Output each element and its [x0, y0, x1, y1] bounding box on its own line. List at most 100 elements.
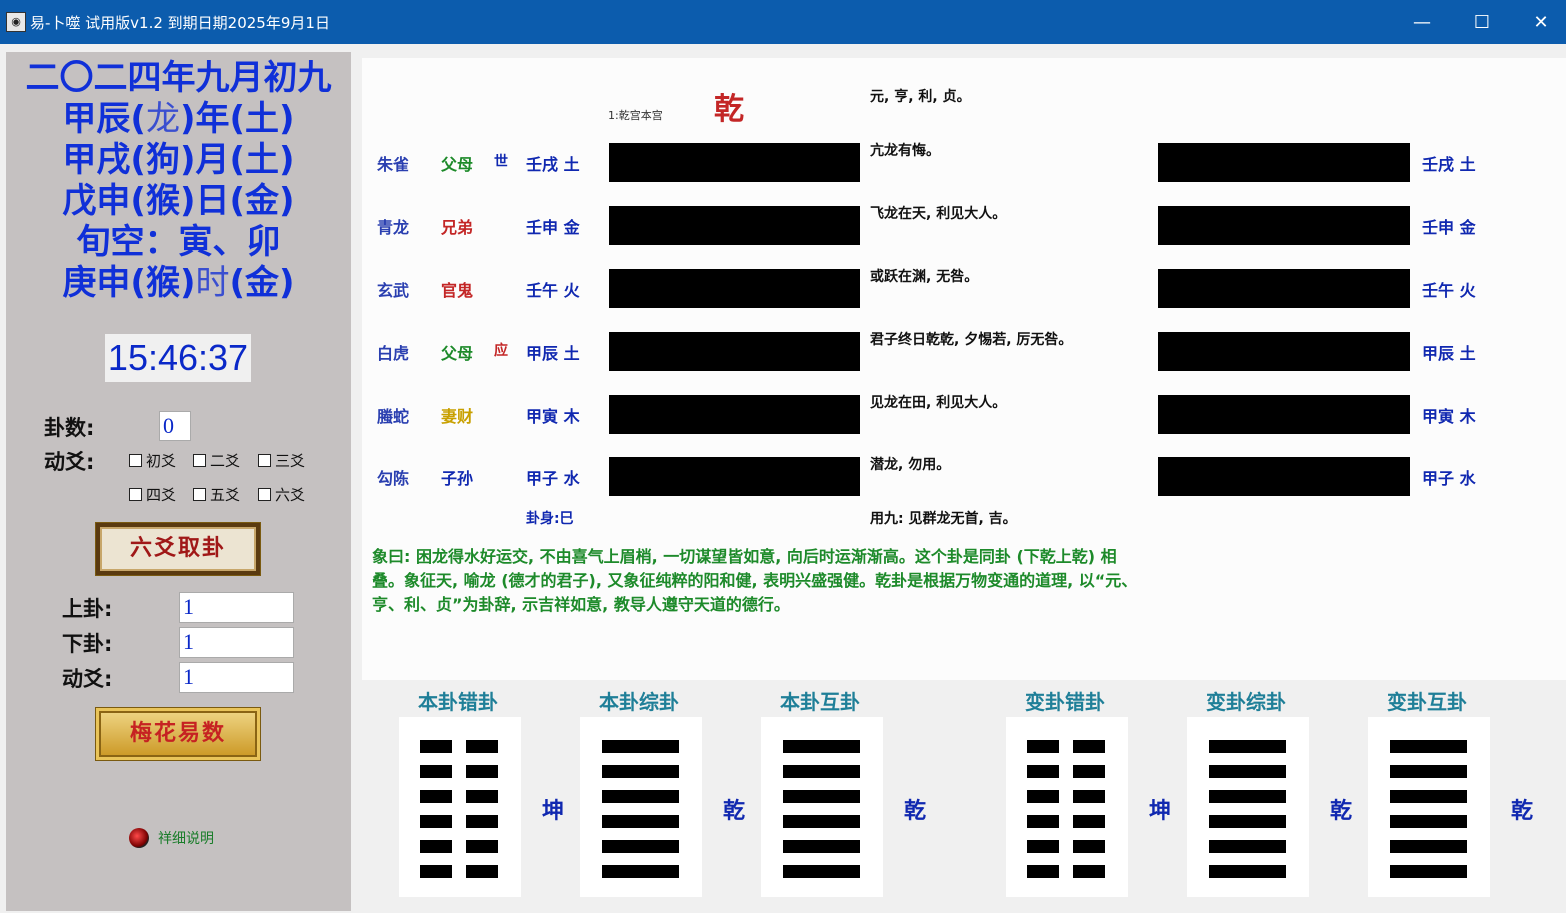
title-bar: ◉ 易-卜噬 试用版v1.2 到期日期2025年9月1日 — ☐ ✕ [0, 0, 1566, 44]
yang-line [609, 332, 860, 371]
line-text: 飞龙在天, 利见大人。 [870, 206, 1007, 222]
yin-line-left [1027, 865, 1059, 878]
yang-line [1209, 790, 1286, 803]
line-text: 君子终日乾乾, 夕惕若, 厉无咎。 [870, 332, 1073, 348]
move-yao-field[interactable]: 1 [179, 662, 294, 693]
check-yao-3-label: 三爻 [275, 452, 306, 470]
liuyao-button[interactable]: 六爻取卦 [95, 522, 261, 576]
line-spirit: 白虎 [377, 344, 410, 363]
gua-count-label: 卦数: [44, 416, 95, 440]
yin-line-right [1073, 790, 1105, 803]
lower-gua-label: 下卦: [62, 632, 113, 656]
year-ganzhi: 甲辰(龙)年(土) [6, 99, 351, 139]
judgment-text: 元, 亨, 利, 贞。 [870, 89, 971, 105]
changed-line-stem: 甲辰 土 [1422, 344, 1476, 363]
commentary-text: 象曰: 困龙得水好运交, 不由喜气上眉梢, 一切谋望皆如意, 向后时运渐渐高。这… [372, 547, 1138, 614]
related-name: 乾 [1330, 799, 1353, 824]
line-spirit: 朱雀 [377, 155, 410, 174]
gua-count-field[interactable]: 0 [159, 411, 191, 441]
changed-yang-line [1158, 457, 1410, 496]
yang-line [783, 815, 860, 828]
line-stem: 壬戌 土 [526, 155, 580, 174]
changed-line-stem: 壬戌 土 [1422, 155, 1476, 174]
yin-line-right [466, 765, 498, 778]
line-mark: 世 [494, 154, 508, 170]
hexagram-index: 1:乾宫本宫 [608, 109, 663, 122]
related-trigram [1006, 717, 1128, 897]
yin-line-right [1073, 765, 1105, 778]
xunkong: 旬空：寅、卯 [76, 222, 281, 262]
close-icon[interactable]: ✕ [1523, 8, 1559, 38]
lower-gua-field[interactable]: 1 [179, 627, 294, 658]
changed-yang-line [1158, 332, 1410, 371]
related-title: 变卦错卦 [1025, 690, 1105, 714]
line-spirit: 勾陈 [377, 469, 410, 488]
check-yao-3[interactable]: 三爻 [258, 450, 305, 471]
minimize-icon[interactable]: — [1404, 8, 1440, 38]
yang-line [602, 815, 679, 828]
line-relation: 父母 [441, 344, 474, 363]
changed-yang-line [1158, 269, 1410, 308]
check-yao-4-label: 四爻 [146, 486, 177, 504]
check-yao-5[interactable]: 五爻 [193, 484, 240, 505]
checkbox-icon [193, 488, 206, 501]
hour-ganzhi-a: 庚申(猴) [62, 263, 196, 303]
changed-line-stem: 壬午 火 [1422, 281, 1476, 300]
check-yao-1[interactable]: 初爻 [129, 450, 176, 471]
related-name: 乾 [1511, 799, 1534, 824]
related-title: 变卦互卦 [1387, 690, 1467, 714]
check-yao-1-label: 初爻 [146, 452, 177, 470]
changed-yang-line [1158, 206, 1410, 245]
yin-line-right [1073, 740, 1105, 753]
line-spirit: 玄武 [377, 281, 410, 300]
checkbox-icon [129, 488, 142, 501]
gua-body: 卦身:巳 [526, 511, 574, 527]
line-stem: 壬午 火 [526, 281, 580, 300]
hour-ganzhi: 庚申(猴)时(金) [6, 263, 351, 303]
yang-line [602, 765, 679, 778]
yang-line [609, 269, 860, 308]
changed-yang-line [1158, 395, 1410, 434]
yang-line [783, 865, 860, 878]
day-ganzhi: 戊申(猴)日(金) [62, 181, 295, 221]
yang-line [602, 865, 679, 878]
yin-line-left [420, 740, 452, 753]
check-yao-4[interactable]: 四爻 [129, 484, 176, 505]
check-yao-5-label: 五爻 [210, 486, 241, 504]
yin-line-right [466, 790, 498, 803]
left-panel: 二〇二四年九月初九 甲辰(龙)年(土) 甲戌(狗)月(土) 戊申(猴)日(金) … [6, 52, 351, 911]
check-yao-6-label: 六爻 [275, 486, 306, 504]
hexagram-name: 乾 [714, 92, 744, 127]
window-title: 易-卜噬 试用版v1.2 到期日期2025年9月1日 [30, 14, 330, 32]
yang-line [1209, 840, 1286, 853]
line-relation: 妻财 [441, 407, 474, 426]
checkbox-icon [258, 488, 271, 501]
yongjiu-text: 用九: 见群龙无首, 吉。 [870, 511, 1017, 527]
yang-line [1390, 765, 1467, 778]
info-dot-icon[interactable] [129, 828, 149, 848]
yang-line [609, 206, 860, 245]
line-text: 或跃在渊, 无咎。 [870, 269, 979, 285]
check-yao-2[interactable]: 二爻 [193, 450, 240, 471]
line-stem: 甲寅 木 [526, 407, 580, 426]
yang-line [1390, 790, 1467, 803]
help-link[interactable]: 祥细说明 [158, 828, 214, 848]
meihua-button[interactable]: 梅花易数 [95, 707, 261, 761]
line-relation: 父母 [441, 155, 474, 174]
yang-line [783, 765, 860, 778]
yang-line [1209, 740, 1286, 753]
yang-line [1390, 815, 1467, 828]
line-relation: 官鬼 [441, 281, 474, 300]
yin-line-right [466, 740, 498, 753]
check-yao-6[interactable]: 六爻 [258, 484, 305, 505]
line-text: 见龙在田, 利见大人。 [870, 395, 1007, 411]
maximize-icon[interactable]: ☐ [1464, 8, 1500, 38]
upper-gua-field[interactable]: 1 [179, 592, 294, 623]
yin-line-right [466, 865, 498, 878]
related-title: 变卦综卦 [1206, 690, 1286, 714]
upper-gua-label: 上卦: [62, 597, 113, 621]
yin-line-left [1027, 765, 1059, 778]
line-stem: 甲子 水 [526, 469, 580, 488]
yang-line [609, 395, 860, 434]
related-title: 本卦综卦 [599, 690, 679, 714]
